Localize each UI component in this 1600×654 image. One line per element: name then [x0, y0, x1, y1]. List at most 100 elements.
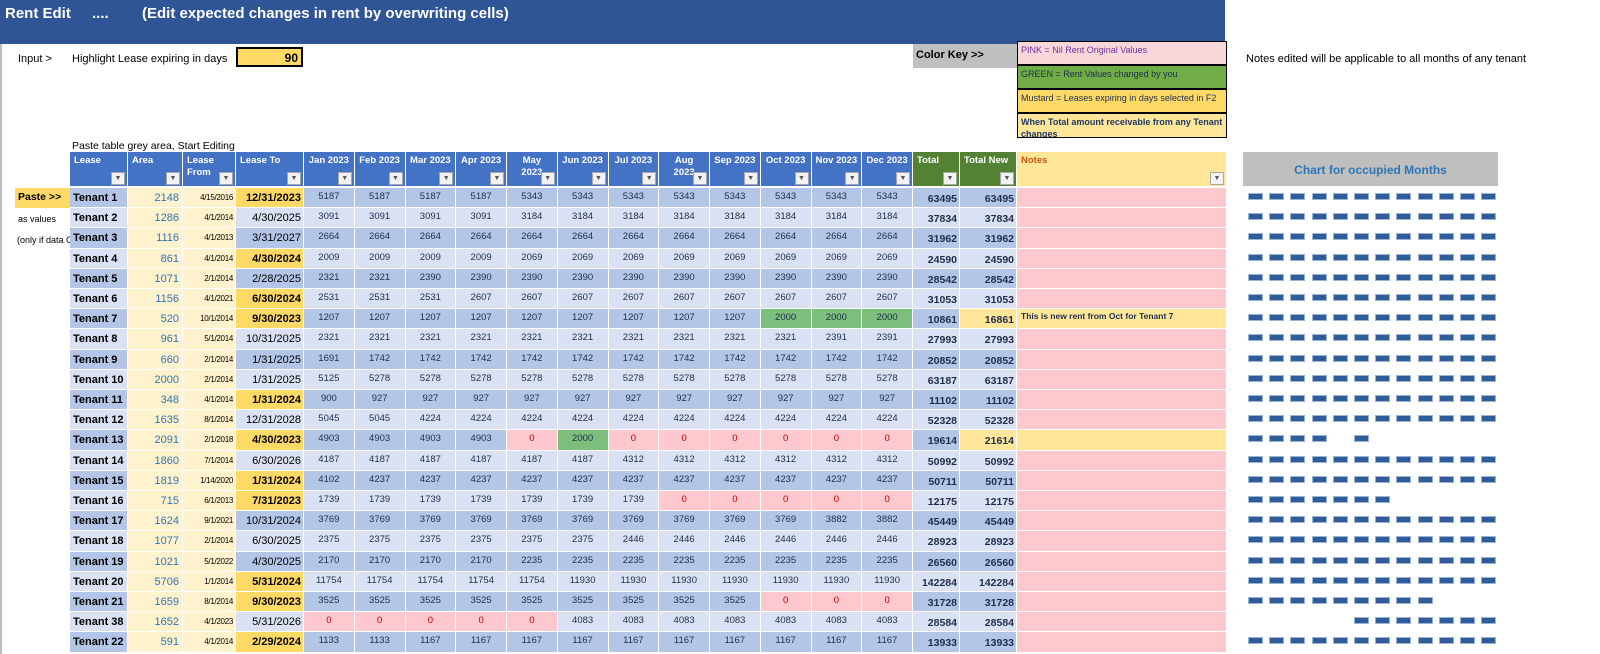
rent-cell[interactable]: 0 — [456, 612, 507, 633]
rent-cell[interactable]: 3525 — [659, 592, 710, 613]
rent-cell[interactable]: 2446 — [710, 531, 761, 552]
rent-cell[interactable]: 2375 — [354, 531, 406, 552]
rent-cell[interactable]: 2375 — [405, 531, 457, 552]
lease-to[interactable]: 5/31/2024 — [236, 571, 304, 592]
lease-from[interactable]: 4/1/2014 — [183, 248, 236, 269]
rent-cell[interactable]: 2235 — [710, 551, 761, 572]
rent-cell[interactable]: 1742 — [659, 349, 710, 370]
rent-cell[interactable]: 2390 — [456, 268, 507, 289]
rent-cell[interactable]: 2664 — [557, 228, 609, 249]
rent-cell[interactable]: 4224 — [811, 410, 863, 431]
lease-from[interactable]: 6/1/2013 — [183, 491, 236, 512]
area-value[interactable]: 1156 — [128, 289, 183, 310]
rent-cell[interactable]: 2069 — [507, 248, 558, 269]
rent-cell[interactable]: 3091 — [354, 208, 406, 229]
rent-cell[interactable]: 2607 — [710, 289, 761, 310]
rent-cell[interactable]: 3769 — [557, 511, 609, 532]
area-value[interactable]: 1659 — [128, 592, 183, 613]
rent-cell[interactable]: 5278 — [557, 369, 609, 390]
rent-cell[interactable]: 2235 — [659, 551, 710, 572]
lease-from[interactable]: 2/1/2014 — [183, 268, 236, 289]
lease-from[interactable]: 4/1/2023 — [183, 612, 236, 633]
rent-cell[interactable]: 4224 — [456, 410, 507, 431]
rent-cell[interactable]: 927 — [710, 390, 761, 411]
rent-cell[interactable]: 1133 — [304, 632, 355, 653]
rent-cell[interactable]: 2607 — [456, 289, 507, 310]
rent-cell[interactable]: 11930 — [862, 571, 913, 592]
rent-cell[interactable]: 2390 — [710, 268, 761, 289]
rent-cell[interactable]: 2390 — [760, 268, 812, 289]
rent-cell[interactable]: 2607 — [608, 289, 660, 310]
notes-cell[interactable] — [1017, 289, 1227, 310]
rent-cell[interactable]: 3769 — [304, 511, 355, 532]
area-value[interactable]: 1624 — [128, 511, 183, 532]
rent-cell[interactable]: 2607 — [862, 289, 913, 310]
rent-cell[interactable]: 0 — [811, 491, 863, 512]
rent-cell[interactable]: 2009 — [354, 248, 406, 269]
rent-cell[interactable]: 11930 — [659, 571, 710, 592]
notes-cell[interactable] — [1017, 491, 1227, 512]
rent-cell[interactable]: 0 — [405, 612, 457, 633]
lease-to[interactable]: 1/31/2024 — [236, 470, 304, 491]
rent-cell[interactable]: 3769 — [760, 511, 812, 532]
rent-cell[interactable]: 1739 — [507, 491, 558, 512]
rent-cell[interactable]: 2664 — [608, 228, 660, 249]
lease-to[interactable]: 1/31/2025 — [236, 369, 304, 390]
lease-from[interactable]: 2/1/2014 — [183, 349, 236, 370]
rent-cell[interactable]: 2321 — [710, 329, 761, 350]
rent-cell[interactable]: 1167 — [811, 632, 863, 653]
lease-from[interactable]: 8/1/2014 — [183, 410, 236, 431]
rent-cell[interactable]: 2000 — [760, 309, 812, 330]
rent-cell[interactable]: 1739 — [557, 491, 609, 512]
rent-cell[interactable]: 4237 — [557, 470, 609, 491]
rent-cell[interactable]: 3525 — [304, 592, 355, 613]
rent-cell[interactable]: 5343 — [710, 188, 761, 209]
rent-cell[interactable]: 1207 — [659, 309, 710, 330]
rent-cell[interactable]: 11754 — [354, 571, 406, 592]
rent-cell[interactable]: 2069 — [710, 248, 761, 269]
notes-cell[interactable] — [1017, 450, 1227, 471]
rent-cell[interactable]: 2390 — [557, 268, 609, 289]
rent-cell[interactable]: 0 — [507, 612, 558, 633]
rent-cell[interactable]: 5343 — [507, 188, 558, 209]
rent-cell[interactable]: 2321 — [507, 329, 558, 350]
rent-cell[interactable]: 4237 — [507, 470, 558, 491]
filter-dropdown-icon[interactable]: ▼ — [1210, 172, 1224, 185]
rent-cell[interactable]: 4083 — [557, 612, 609, 633]
rent-cell[interactable]: 2170 — [354, 551, 406, 572]
area-value[interactable]: 1819 — [128, 470, 183, 491]
filter-dropdown-icon[interactable]: ▼ — [591, 172, 606, 185]
rent-cell[interactable]: 3184 — [608, 208, 660, 229]
rent-cell[interactable]: 1742 — [557, 349, 609, 370]
lease-to[interactable]: 4/30/2025 — [236, 551, 304, 572]
rent-cell[interactable]: 4237 — [456, 470, 507, 491]
rent-cell[interactable]: 927 — [507, 390, 558, 411]
rent-cell[interactable]: 11754 — [507, 571, 558, 592]
rent-cell[interactable]: 2664 — [760, 228, 812, 249]
rent-cell[interactable]: 0 — [304, 612, 355, 633]
rent-cell[interactable]: 2664 — [710, 228, 761, 249]
lease-to[interactable]: 9/30/2023 — [236, 309, 304, 330]
rent-cell[interactable]: 2069 — [862, 248, 913, 269]
rent-cell[interactable]: 4237 — [659, 470, 710, 491]
rent-cell[interactable]: 4237 — [811, 470, 863, 491]
filter-dropdown-icon[interactable]: ▼ — [845, 172, 860, 185]
rent-cell[interactable]: 5187 — [354, 188, 406, 209]
rent-cell[interactable]: 2607 — [557, 289, 609, 310]
rent-cell[interactable]: 2235 — [507, 551, 558, 572]
rent-cell[interactable]: 4903 — [405, 430, 457, 451]
rent-cell[interactable]: 4224 — [608, 410, 660, 431]
lease-to[interactable]: 4/30/2023 — [236, 430, 304, 451]
area-value[interactable]: 961 — [128, 329, 183, 350]
rent-cell[interactable]: 0 — [862, 491, 913, 512]
rent-cell[interactable]: 5278 — [456, 369, 507, 390]
notes-cell[interactable] — [1017, 551, 1227, 572]
lease-to[interactable]: 2/29/2024 — [236, 632, 304, 653]
rent-cell[interactable]: 4083 — [760, 612, 812, 633]
rent-cell[interactable]: 4224 — [760, 410, 812, 431]
rent-cell[interactable]: 1742 — [608, 349, 660, 370]
rent-cell[interactable]: 5278 — [710, 369, 761, 390]
rent-cell[interactable]: 1742 — [811, 349, 863, 370]
rent-cell[interactable]: 4187 — [304, 450, 355, 471]
rent-cell[interactable]: 1207 — [405, 309, 457, 330]
